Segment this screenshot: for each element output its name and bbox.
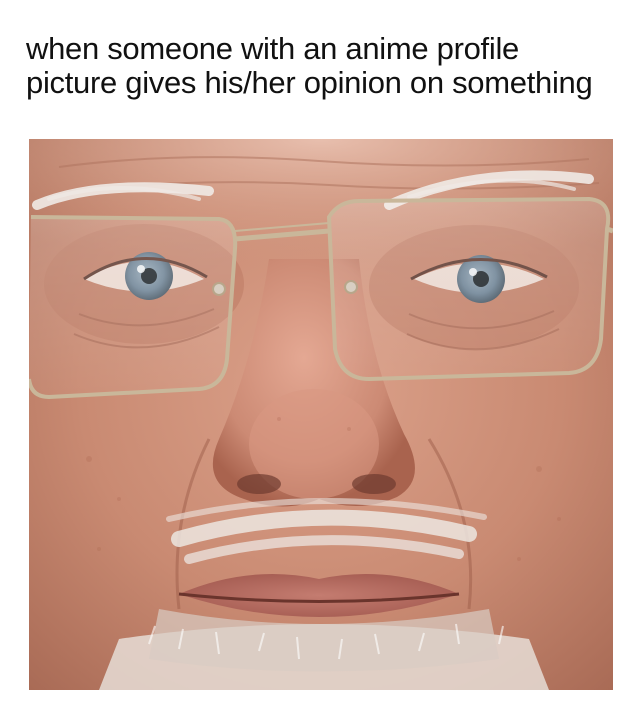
- meme-photo: [29, 139, 613, 690]
- caption-line-1: when someone with an anime profile: [26, 31, 519, 66]
- meme-caption: when someone with an anime profile pictu…: [26, 32, 626, 100]
- right-lens: [326, 196, 611, 382]
- glasses-temple: [606, 226, 613, 234]
- caption-line-2: picture gives his/her opinion on somethi…: [26, 65, 593, 100]
- meme: when someone with an anime profile pictu…: [0, 0, 642, 718]
- left-lens: [29, 215, 238, 400]
- face-image: [29, 139, 613, 690]
